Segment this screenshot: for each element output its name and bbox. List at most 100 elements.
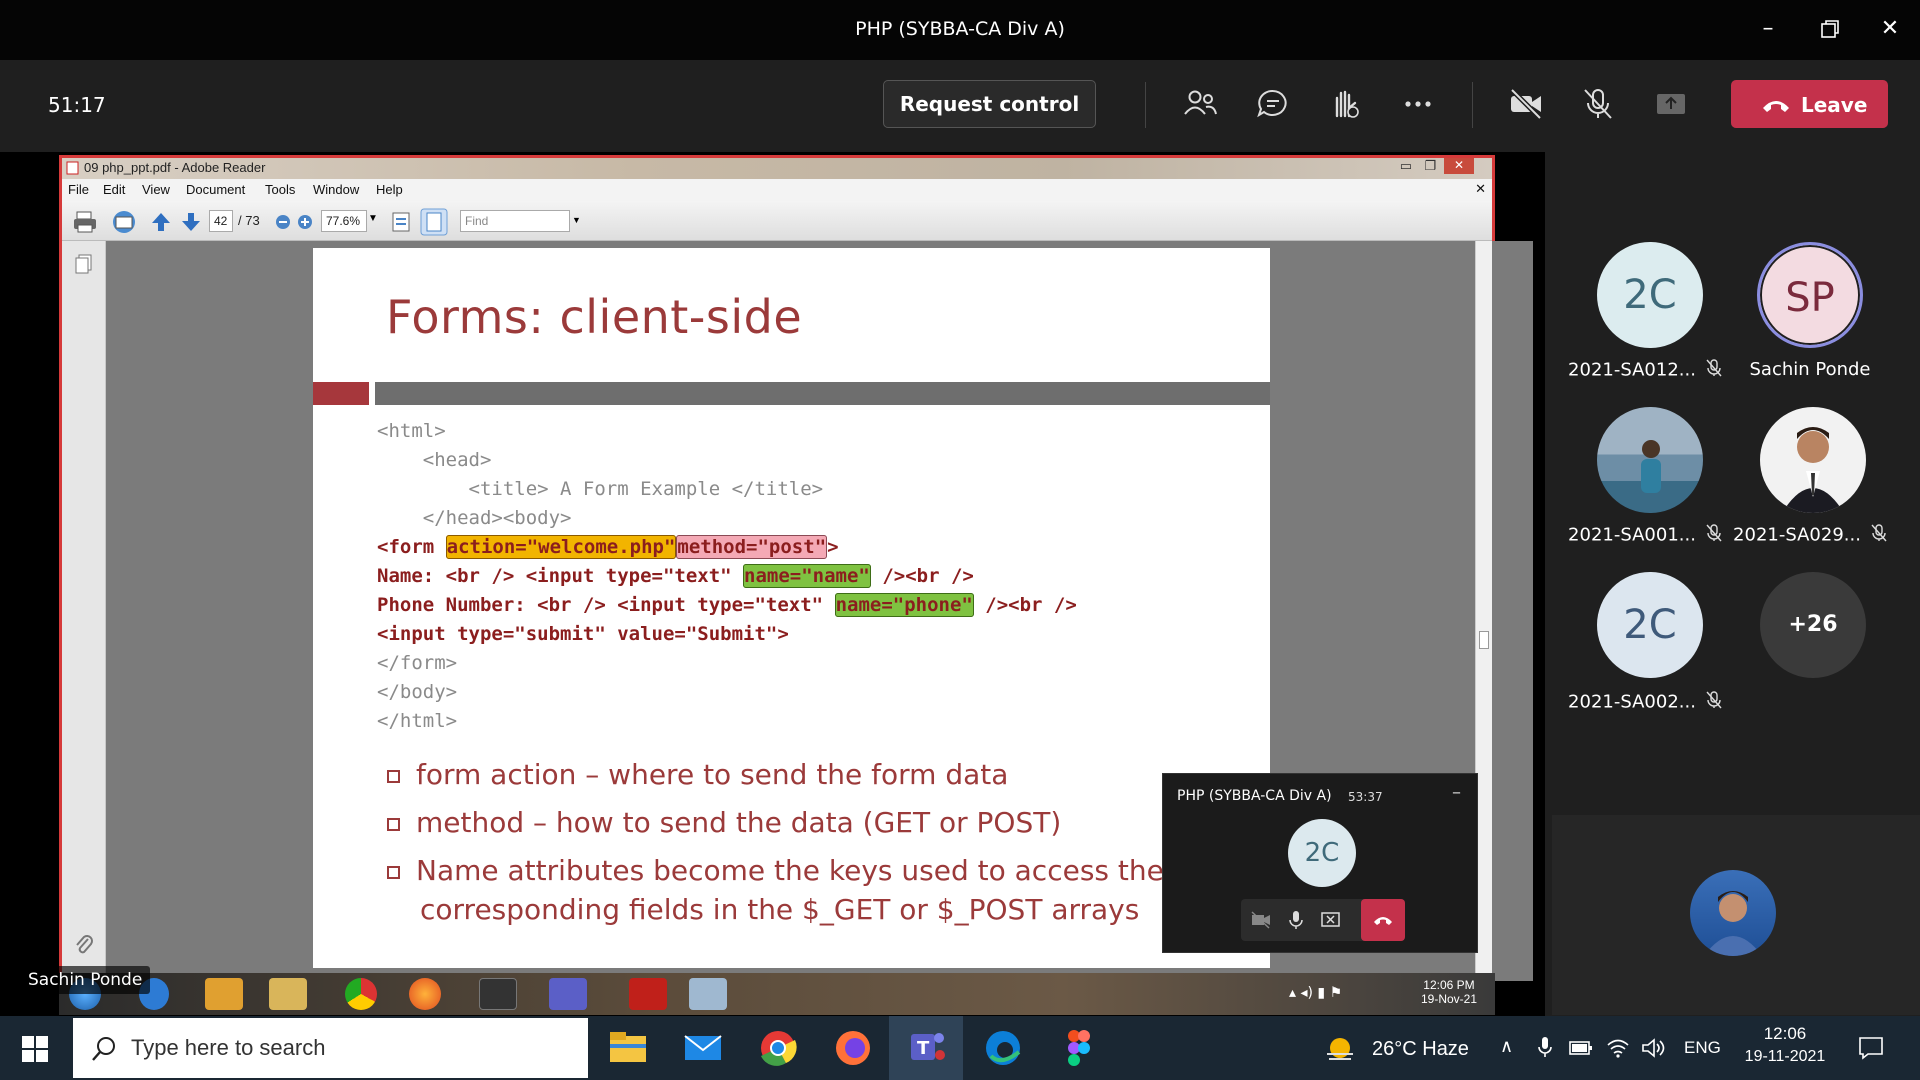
meeting-timer: 51:17 bbox=[48, 93, 106, 117]
mini-controls bbox=[1241, 899, 1405, 941]
page-total: / 73 bbox=[238, 213, 260, 228]
code-line: </form> bbox=[377, 652, 458, 674]
participant-name-text: 2021-SA012... bbox=[1568, 359, 1696, 381]
leave-button[interactable]: Leave bbox=[1731, 80, 1888, 128]
scrollbar-thumb[interactable] bbox=[1479, 631, 1489, 649]
participant-avatar-speaking[interactable]: SP bbox=[1757, 242, 1863, 348]
language-indicator[interactable]: ENG bbox=[1684, 1038, 1721, 1058]
reader-minimize-icon[interactable]: ▭ bbox=[1400, 159, 1412, 174]
camera-off-icon[interactable] bbox=[1508, 86, 1548, 126]
request-control-button[interactable]: Request control bbox=[883, 80, 1096, 128]
figma-icon[interactable] bbox=[1056, 1026, 1100, 1070]
show-hidden-icons[interactable]: ∧ bbox=[1500, 1036, 1513, 1057]
mail-icon[interactable] bbox=[681, 1026, 725, 1070]
next-page-icon[interactable] bbox=[180, 211, 202, 233]
find-input[interactable]: Find bbox=[460, 210, 570, 232]
attachments-icon[interactable] bbox=[72, 933, 96, 957]
code-segment: > bbox=[827, 536, 839, 558]
participant-avatar[interactable]: 2C bbox=[1597, 572, 1703, 678]
participant-photo-avatar[interactable] bbox=[1597, 407, 1703, 513]
self-view-avatar[interactable] bbox=[1690, 870, 1776, 956]
highlight-method: method="post" bbox=[676, 535, 828, 559]
teams-icon bbox=[549, 978, 587, 1010]
print-icon[interactable] bbox=[72, 210, 98, 234]
notifications-icon[interactable] bbox=[1858, 1036, 1884, 1060]
battery-icon[interactable] bbox=[1569, 1040, 1593, 1056]
close-icon[interactable]: ✕ bbox=[1870, 12, 1910, 46]
edge-icon[interactable] bbox=[981, 1026, 1025, 1070]
search-icon bbox=[92, 1037, 115, 1061]
participant-photo-avatar[interactable] bbox=[1760, 407, 1866, 513]
self-view-tile bbox=[1552, 815, 1920, 1015]
menu-document[interactable]: Document bbox=[186, 182, 245, 197]
code-segment: <form bbox=[377, 536, 446, 558]
email-icon[interactable] bbox=[110, 209, 138, 235]
microphone-icon[interactable] bbox=[1538, 1036, 1552, 1060]
chat-icon[interactable] bbox=[1255, 86, 1295, 126]
volume-icon[interactable] bbox=[1641, 1036, 1665, 1060]
weather-text[interactable]: 26°C Haze bbox=[1372, 1038, 1469, 1061]
fit-width-icon[interactable] bbox=[420, 208, 448, 236]
muted-mic-icon bbox=[1706, 359, 1722, 382]
leave-label: Leave bbox=[1801, 93, 1868, 117]
person-photo-icon bbox=[1641, 440, 1661, 493]
weather-haze-icon bbox=[1327, 1038, 1353, 1060]
fit-page-icon[interactable] bbox=[390, 211, 412, 233]
bullet-text: method – how to send the data (GET or PO… bbox=[416, 806, 1062, 839]
file-explorer-icon[interactable] bbox=[606, 1026, 650, 1070]
navigation-panel bbox=[62, 241, 106, 981]
find-dropdown-icon[interactable]: ▼ bbox=[572, 215, 581, 225]
menu-tools[interactable]: Tools bbox=[265, 182, 295, 197]
zoom-out-icon[interactable] bbox=[274, 213, 292, 231]
menu-window[interactable]: Window bbox=[313, 182, 359, 197]
teams-icon[interactable]: T bbox=[905, 1026, 949, 1070]
svg-text:T: T bbox=[917, 1038, 930, 1059]
menu-edit[interactable]: Edit bbox=[103, 182, 125, 197]
wifi-icon[interactable] bbox=[1606, 1036, 1630, 1060]
zoom-in-icon[interactable] bbox=[296, 213, 314, 231]
bullet-item: Name attributes become the keys used to … bbox=[387, 854, 1164, 887]
participants-icon[interactable] bbox=[1182, 86, 1222, 126]
more-options-icon[interactable] bbox=[1400, 86, 1440, 126]
clock-date: 19-11-2021 bbox=[1744, 1048, 1826, 1065]
code-segment: Name: <br /> <input type="text" bbox=[377, 565, 744, 587]
code-line-form: <form action="welcome.php" method="post"> bbox=[377, 535, 839, 559]
chrome-icon[interactable] bbox=[756, 1026, 800, 1070]
acrobat-icon bbox=[629, 978, 667, 1010]
mini-meeting-window: PHP (SYBBA-CA Div A) 53:37 – 2C bbox=[1162, 773, 1478, 953]
code-line: <html> bbox=[377, 420, 446, 442]
code-line: <title> A Form Example </title> bbox=[377, 478, 824, 500]
zoom-dropdown-icon[interactable]: ▼ bbox=[368, 213, 378, 224]
participant-avatar[interactable]: 2C bbox=[1597, 242, 1703, 348]
pages-panel-icon[interactable] bbox=[74, 253, 94, 275]
windows-start-icon[interactable] bbox=[22, 1036, 48, 1062]
reader-close-icon[interactable]: ✕ bbox=[1444, 158, 1474, 174]
participant-name: Sachin Ponde bbox=[1749, 359, 1871, 380]
share-tray-icon[interactable] bbox=[1653, 86, 1693, 126]
taskbar-search-box[interactable]: Type here to search bbox=[73, 1018, 588, 1078]
raise-hand-icon[interactable] bbox=[1327, 86, 1367, 126]
previous-page-icon[interactable] bbox=[150, 211, 172, 233]
minimize-icon[interactable]: – bbox=[1748, 12, 1788, 46]
menu-help[interactable]: Help bbox=[376, 182, 403, 197]
title-divider-bar bbox=[375, 382, 1270, 405]
code-line: </body> bbox=[377, 681, 458, 703]
menu-file[interactable]: File bbox=[68, 182, 89, 197]
code-line: <input type="submit" value="Submit"> bbox=[377, 623, 789, 645]
zoom-input[interactable]: 77.6% bbox=[321, 210, 367, 232]
reader-toolbar: 42 / 73 77.6% ▼ Find ▼ bbox=[62, 201, 1492, 241]
taskbar-clock[interactable]: 12:06 19-11-2021 bbox=[1740, 1024, 1830, 1066]
reader-maximize-icon[interactable]: ❐ bbox=[1424, 159, 1436, 174]
chrome-icon bbox=[345, 978, 377, 1010]
firefox-icon[interactable] bbox=[831, 1026, 875, 1070]
restore-icon[interactable] bbox=[1810, 12, 1850, 46]
page-number-input[interactable]: 42 bbox=[209, 210, 233, 232]
presenter-name-label: Sachin Ponde bbox=[20, 966, 151, 994]
document-close-icon[interactable]: ✕ bbox=[1475, 181, 1486, 197]
reader-window-title: 09 php_ppt.pdf - Adobe Reader bbox=[84, 160, 266, 175]
more-participants-button[interactable]: +26 bbox=[1760, 572, 1866, 678]
menu-view[interactable]: View bbox=[142, 182, 170, 197]
mic-off-icon[interactable] bbox=[1580, 86, 1620, 126]
window-title: PHP (SYBBA-CA Div A) bbox=[855, 18, 1065, 40]
more-count: +26 bbox=[1788, 612, 1838, 637]
